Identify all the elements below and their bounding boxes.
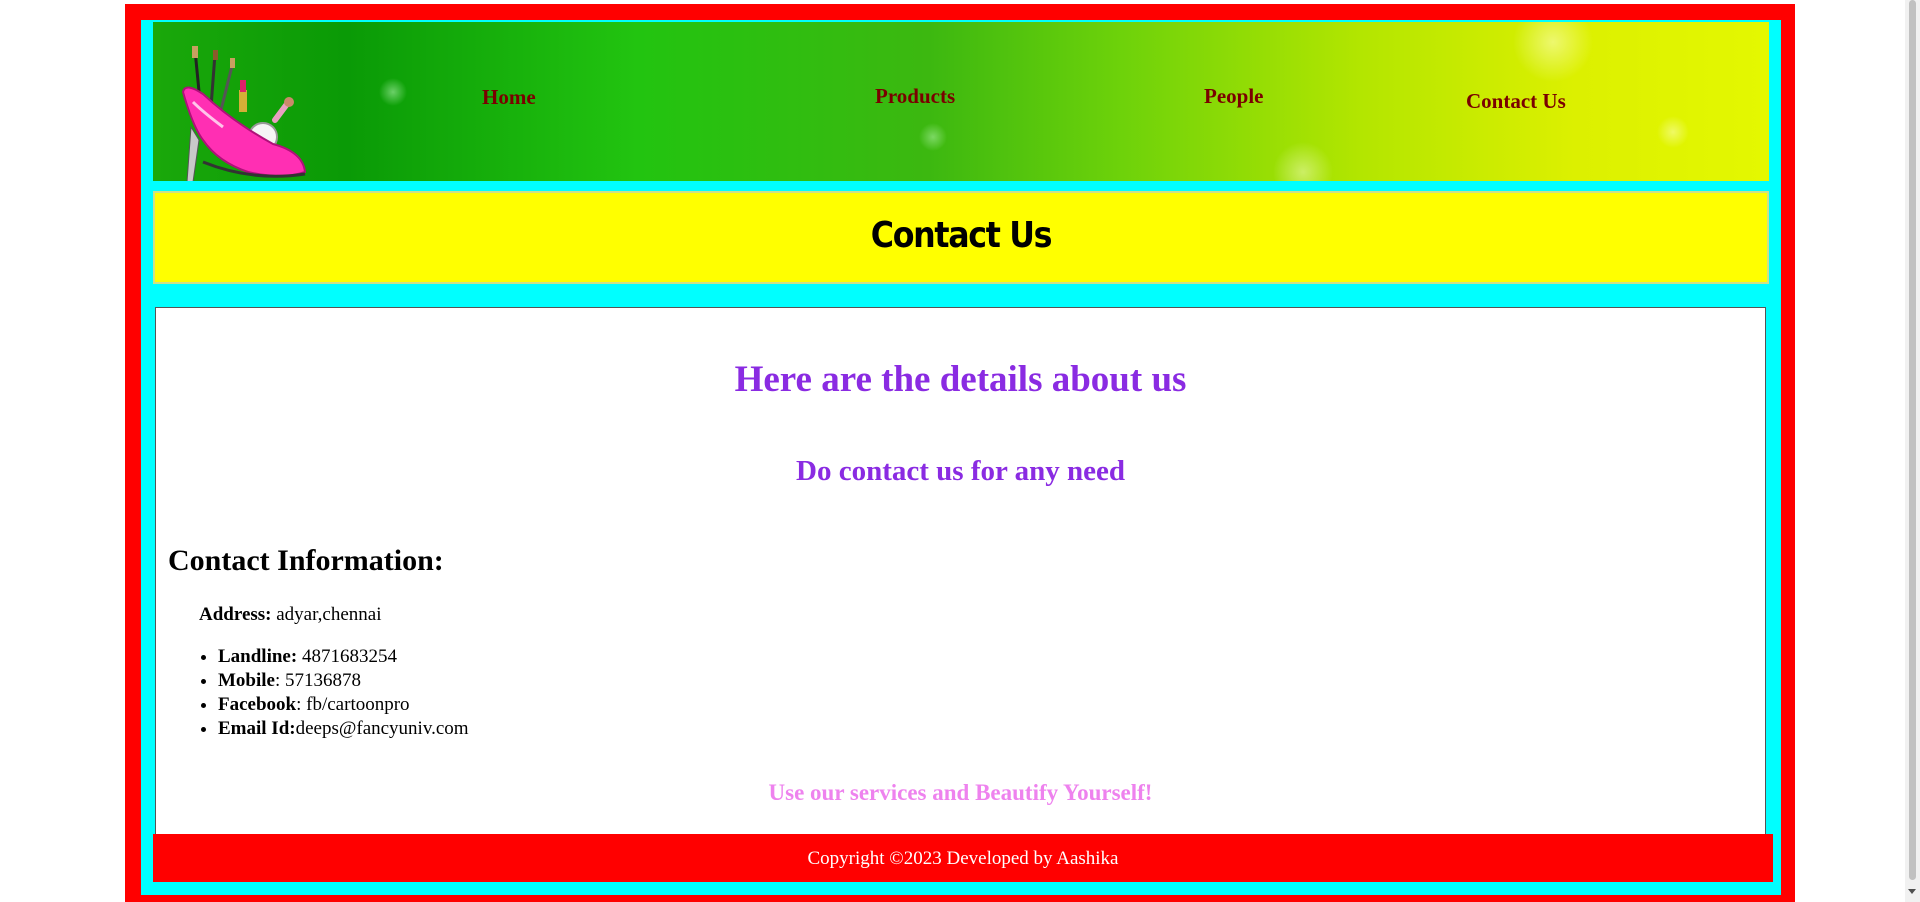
page-frame-inner: Home Products People Contact Us Contact … bbox=[141, 20, 1781, 895]
list-item: Email Id:deeps@fancyuniv.com bbox=[218, 717, 469, 741]
copyright-text: Copyright ©2023 Developed by Aashika bbox=[807, 848, 1119, 869]
high-heel-makeup-logo bbox=[181, 46, 307, 181]
footer: Copyright ©2023 Developed by Aashika bbox=[153, 834, 1773, 882]
nav-home[interactable]: Home bbox=[482, 85, 536, 110]
nav-contact-us[interactable]: Contact Us bbox=[1466, 89, 1566, 114]
email-value: deeps@fancyuniv.com bbox=[295, 718, 469, 739]
facebook-label: Facebook bbox=[218, 694, 297, 715]
contact-list: Landline: 4871683254 Mobile: 57136878 Fa… bbox=[198, 645, 469, 741]
email-label: Email Id: bbox=[218, 718, 296, 739]
list-item: Mobile: 57136878 bbox=[218, 669, 469, 693]
contact-information-heading: Contact Information: bbox=[168, 544, 444, 577]
contact-subheading: Do contact us for any need bbox=[796, 455, 1125, 487]
address-line: Address: adyar,chennai bbox=[199, 604, 382, 626]
mobile-value: : 57136878 bbox=[275, 670, 362, 691]
nav-products[interactable]: Products bbox=[875, 84, 955, 109]
facebook-value: : fb/cartoonpro bbox=[296, 694, 410, 715]
list-item: Facebook: fb/cartoonpro bbox=[218, 693, 469, 717]
address-value: adyar,chennai bbox=[271, 604, 382, 625]
page-title-banner: Contact Us bbox=[153, 191, 1769, 284]
content-panel: Here are the details about us Do contact… bbox=[155, 307, 1766, 879]
header: Home Products People Contact Us bbox=[153, 22, 1769, 181]
page-frame-outer: Home Products People Contact Us Contact … bbox=[125, 4, 1795, 902]
landline-value: 4871683254 bbox=[297, 646, 397, 667]
mobile-label: Mobile bbox=[218, 670, 275, 691]
address-label: Address: bbox=[199, 604, 272, 625]
vertical-scrollbar[interactable] bbox=[1905, 0, 1920, 902]
list-item: Landline: 4871683254 bbox=[218, 645, 469, 669]
scrollbar-thumb[interactable] bbox=[1909, 0, 1916, 880]
scroll-down-arrow-icon[interactable] bbox=[1908, 889, 1916, 894]
tagline: Use our services and Beautify Yourself! bbox=[768, 780, 1153, 805]
landline-label: Landline: bbox=[218, 646, 298, 667]
details-heading: Here are the details about us bbox=[734, 359, 1187, 400]
page-title: Contact Us bbox=[870, 215, 1053, 256]
nav-people[interactable]: People bbox=[1204, 84, 1263, 109]
